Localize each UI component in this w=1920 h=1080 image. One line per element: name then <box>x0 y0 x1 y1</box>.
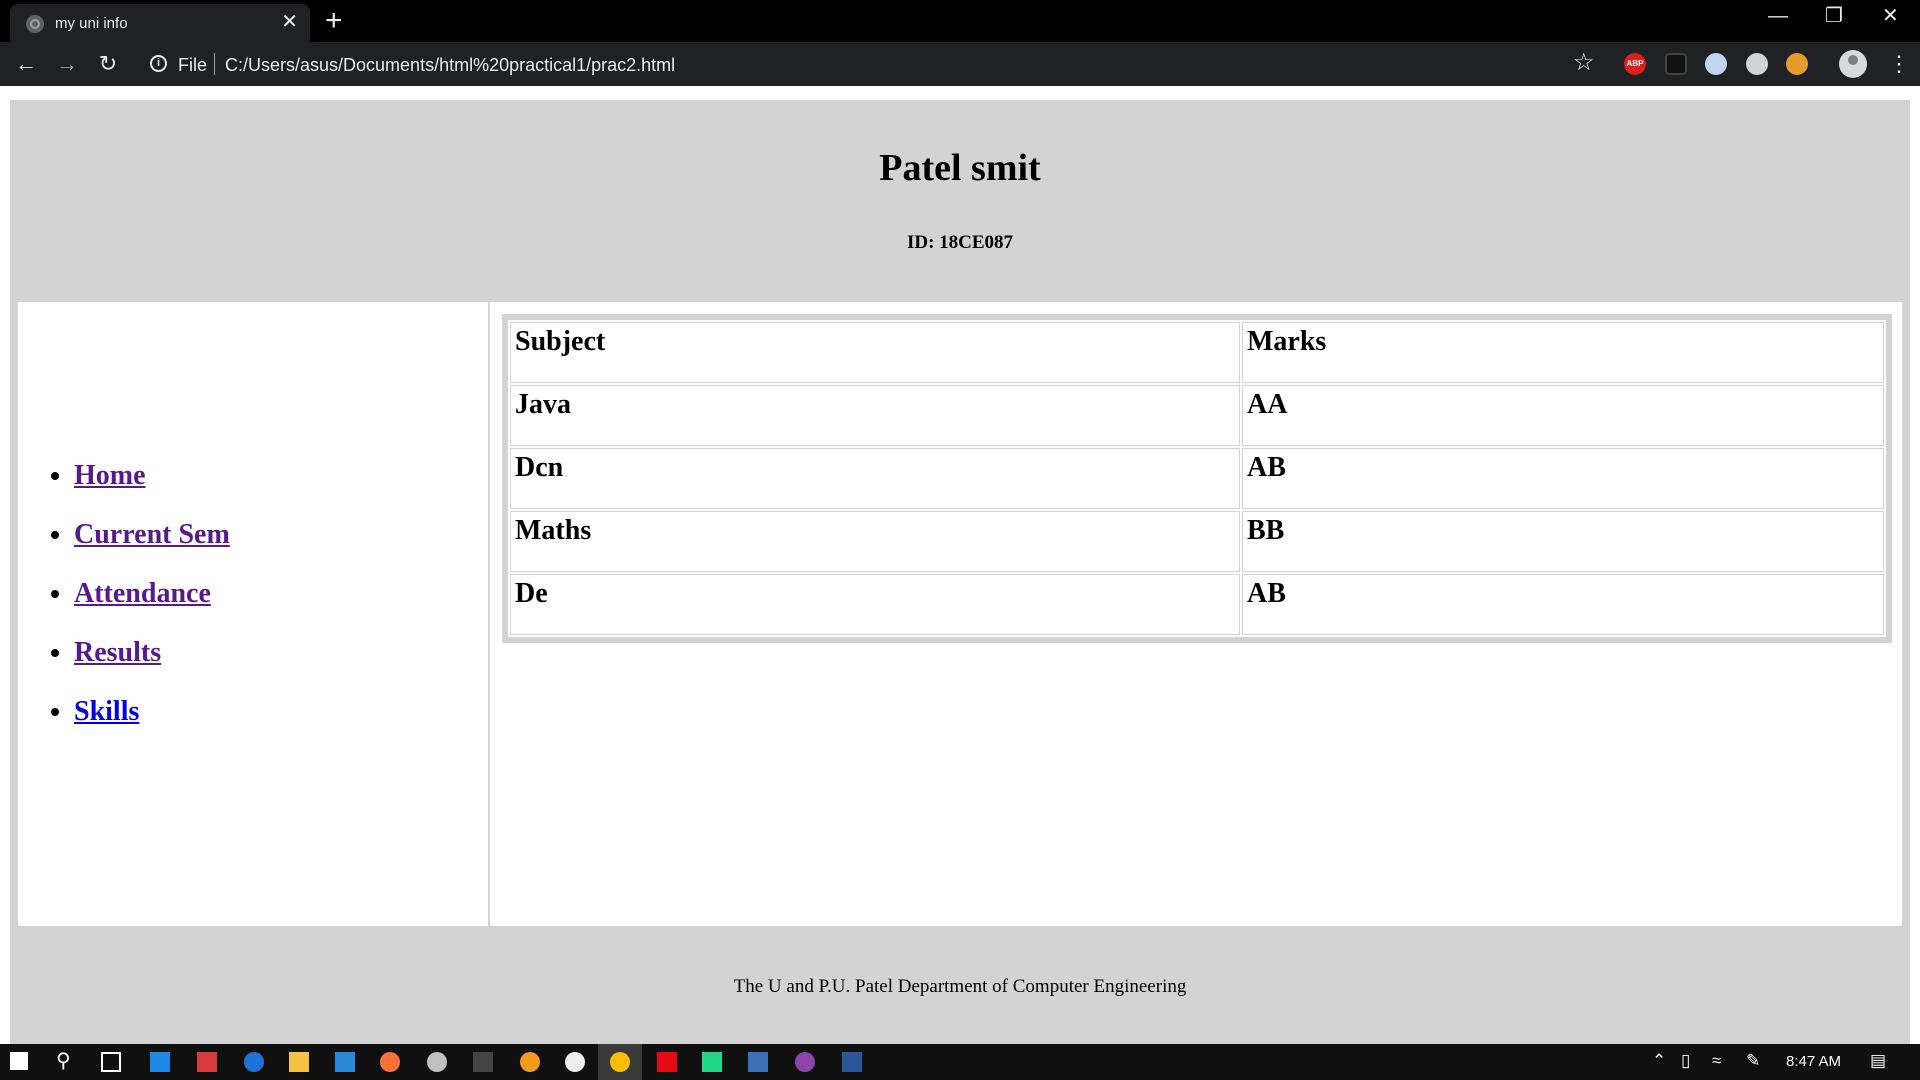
nav-link-current-sem[interactable]: Current Sem <box>74 519 230 550</box>
minimize-icon[interactable]: — <box>1768 6 1788 26</box>
table-row: Dcn AB <box>510 448 1884 509</box>
marks-cell: AB <box>1242 448 1884 509</box>
taskbar-clock[interactable]: 8:47 AM <box>1786 1053 1841 1070</box>
battery-icon[interactable]: ▯ <box>1681 1051 1690 1071</box>
compass-app-icon[interactable] <box>565 1052 585 1072</box>
table-row: Maths BB <box>510 511 1884 572</box>
adblock-extension-icon[interactable]: ABP <box>1624 53 1646 75</box>
subject-cell: De <box>510 574 1240 635</box>
subject-cell: Maths <box>510 511 1240 572</box>
app-icon[interactable] <box>748 1052 768 1072</box>
wifi-icon[interactable]: ≈ <box>1712 1051 1721 1071</box>
page-footer: The U and P.U. Patel Department of Compu… <box>10 926 1910 1044</box>
notifications-icon[interactable]: ▤ <box>1870 1051 1886 1071</box>
table-header-cell: Subject <box>510 322 1240 383</box>
gift-app-icon[interactable] <box>197 1052 217 1072</box>
url-divider <box>214 53 215 75</box>
student-id: ID: 18CE087 <box>906 232 1014 253</box>
netflix-icon[interactable] <box>657 1052 677 1072</box>
subject-cell: Dcn <box>510 448 1240 509</box>
bug-app-icon[interactable] <box>473 1052 493 1072</box>
nav-list: Home Current Sem Attendance Results Skil… <box>48 460 230 755</box>
main-section: Home Current Sem Attendance Results Skil… <box>10 302 1910 926</box>
nav-item-skills: Skills <box>74 696 230 755</box>
subject-cell: Java <box>510 385 1240 446</box>
marks-cell: BB <box>1242 511 1884 572</box>
table-row: Java AA <box>510 385 1884 446</box>
browser-tab[interactable]: my uni info ✕ <box>10 4 310 42</box>
text-extension-icon[interactable] <box>1786 53 1808 75</box>
task-view-icon[interactable] <box>101 1052 121 1072</box>
file-explorer-icon[interactable] <box>289 1052 309 1072</box>
app-icon[interactable] <box>427 1052 447 1072</box>
page-viewport: Patel smit ID: 18CE087 Home Current Sem … <box>0 86 1920 1044</box>
nav-link-home[interactable]: Home <box>74 460 146 491</box>
close-window-icon[interactable]: ✕ <box>1882 6 1899 26</box>
url-text[interactable]: C:/Users/asus/Documents/html%20practical… <box>225 55 675 76</box>
nav-item-results: Results <box>74 637 230 696</box>
page-favicon-icon <box>26 15 44 33</box>
site-info-icon[interactable]: i <box>150 55 167 72</box>
table-header-row: Subject Marks <box>510 322 1884 383</box>
nav-link-results[interactable]: Results <box>74 637 161 668</box>
pen-icon[interactable]: ✎ <box>1746 1051 1760 1071</box>
translate-extension-icon[interactable] <box>1705 53 1727 75</box>
reload-icon[interactable]: ↻ <box>94 50 122 78</box>
word-icon[interactable] <box>842 1052 862 1072</box>
back-icon[interactable]: ← <box>12 50 40 78</box>
edge-icon[interactable] <box>244 1052 264 1072</box>
tray-chevron-icon[interactable]: ⌃ <box>1652 1051 1666 1071</box>
taskbar: ⚲ ⌃ ▯ ≈ ✎ 8:47 AM ▤ <box>0 1044 1920 1080</box>
tab-close-icon[interactable]: ✕ <box>281 12 298 32</box>
windows-start-icon[interactable] <box>10 1052 28 1070</box>
table-header-cell: Marks <box>1242 322 1884 383</box>
tab-strip: my uni info ✕ + — ❐ ✕ <box>0 0 1920 42</box>
tab-title: my uni info <box>55 15 128 32</box>
nav-item-attendance: Attendance <box>74 578 230 637</box>
bookmark-star-icon[interactable]: ☆ <box>1573 48 1595 78</box>
marks-cell: AA <box>1242 385 1884 446</box>
firefox-icon[interactable] <box>380 1052 400 1072</box>
url-scheme-label: File <box>178 55 208 75</box>
footer-text: The U and P.U. Patel Department of Compu… <box>733 976 1187 997</box>
store-icon[interactable] <box>150 1052 170 1072</box>
new-tab-button[interactable]: + <box>325 6 343 36</box>
table-row: De AB <box>510 574 1884 635</box>
nav-item-home: Home <box>74 460 230 519</box>
student-name: Patel smit <box>879 147 1041 189</box>
video-extension-icon[interactable] <box>1665 53 1687 75</box>
nav-link-skills[interactable]: Skills <box>74 696 139 727</box>
restore-icon[interactable]: ❐ <box>1825 6 1843 26</box>
search-icon[interactable]: ⚲ <box>56 1051 71 1071</box>
nav-link-attendance[interactable]: Attendance <box>74 578 211 609</box>
mail-icon[interactable] <box>335 1052 355 1072</box>
nav-item-current-sem: Current Sem <box>74 519 230 578</box>
address-bar[interactable]: i File C:/Users/asus/Documents/html%20pr… <box>138 46 1598 82</box>
profile-avatar[interactable] <box>1839 50 1867 78</box>
norton-icon[interactable] <box>520 1052 540 1072</box>
page-header: Patel smit ID: 18CE087 <box>10 100 1910 302</box>
browser-toolbar: ← → ↻ i File C:/Users/asus/Documents/htm… <box>0 42 1920 86</box>
chrome-icon <box>610 1052 630 1072</box>
browser-menu-icon[interactable]: ⋮ <box>1888 50 1910 78</box>
content-panel: Subject Marks Java AA Dcn AB Maths BB De <box>490 302 1902 926</box>
sidebar: Home Current Sem Attendance Results Skil… <box>18 302 488 926</box>
media-app-icon[interactable] <box>795 1052 815 1072</box>
forward-icon[interactable]: → <box>53 50 81 78</box>
incognito-extension-icon[interactable] <box>1746 53 1768 75</box>
marks-table: Subject Marks Java AA Dcn AB Maths BB De <box>502 314 1892 643</box>
marks-cell: AB <box>1242 574 1884 635</box>
pycharm-icon[interactable] <box>702 1052 722 1072</box>
